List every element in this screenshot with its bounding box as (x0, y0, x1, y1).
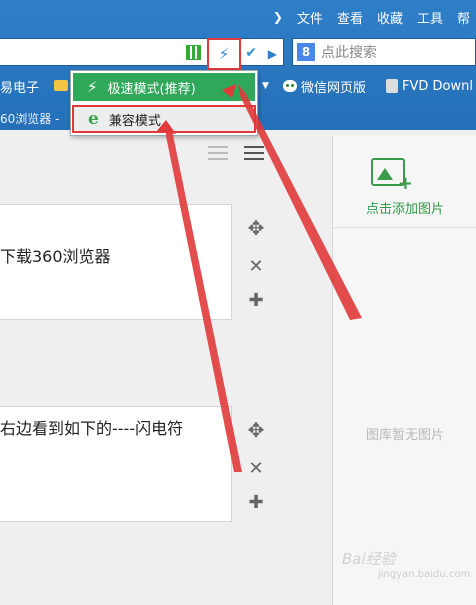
chevron-down-icon[interactable]: ▼ (262, 81, 269, 91)
render-mode-menu: ⚡ 极速模式(推荐) e 兼容模式 (70, 70, 258, 136)
go-arrow-icon[interactable]: ▶ (268, 47, 277, 61)
view-toggle (208, 146, 264, 160)
search-engine-icon[interactable]: 8 (297, 43, 315, 61)
tab-current[interactable]: 60浏览器 - (0, 110, 59, 127)
list-view-icon[interactable] (208, 146, 228, 160)
search-box[interactable]: 8 点此搜索 (292, 38, 476, 66)
menu-item-label: 兼容模式 (108, 113, 161, 129)
menu-item-fast-mode[interactable]: ⚡ 极速模式(推荐) (73, 73, 255, 101)
render-mode-button[interactable]: ⚡ (207, 38, 241, 70)
lightning-icon: ⚡ (87, 78, 98, 96)
favorite-wechat[interactable]: 微信网页版 (283, 77, 366, 96)
wechat-icon (283, 80, 297, 92)
lightning-icon: ⚡ (218, 45, 230, 63)
step-text[interactable]: 下载360浏览器 (0, 243, 111, 267)
step-card[interactable]: 右边看到如下的----闪电符 (0, 406, 232, 522)
qr-code-icon[interactable] (186, 45, 201, 60)
menu-view[interactable]: 查看 (337, 8, 363, 27)
favorite-label: FVD Downl (402, 78, 473, 94)
favorite-fvd[interactable]: FVD Downl (386, 79, 473, 94)
add-image-area[interactable]: 点击添加图片 (333, 136, 476, 228)
empty-gallery-label: 图库暂无图片 (365, 428, 444, 443)
search-input[interactable]: 点此搜索 (321, 42, 377, 62)
add-icon[interactable]: ✚ (244, 492, 268, 513)
detail-view-icon[interactable] (244, 146, 264, 160)
ie-icon: e (88, 109, 99, 129)
favorite-label: 微信网页版 (301, 80, 367, 96)
menu-favorites[interactable]: 收藏 (377, 8, 403, 27)
watermark-brand: Bai经验 (342, 550, 396, 568)
step-text[interactable]: 右边看到如下的----闪电符 (0, 415, 183, 439)
menu-item-label: 极速模式(推荐) (107, 81, 196, 97)
folder-icon[interactable] (54, 80, 68, 91)
address-bar[interactable]: ⚡ ✔ ▶ (0, 38, 284, 70)
move-icon[interactable]: ✥ (244, 216, 268, 240)
menu-item-compat-mode[interactable]: e 兼容模式 (72, 105, 256, 133)
move-icon[interactable]: ✥ (244, 418, 268, 442)
chevron-right-icon[interactable]: ❯ (273, 10, 283, 24)
menu-bar: ❯ 文件 查看 收藏 工具 帮 (273, 0, 476, 34)
add-icon[interactable]: ✚ (244, 290, 268, 311)
menu-tools[interactable]: 工具 (417, 8, 443, 27)
watermark: Bai经验 jingyan.baidu.com (342, 548, 470, 580)
menu-file[interactable]: 文件 (297, 8, 323, 27)
close-icon[interactable]: ✕ (244, 458, 268, 479)
checkmark-icon[interactable]: ✔ (245, 45, 257, 61)
watermark-url: jingyan.baidu.com (378, 569, 471, 580)
image-panel: 点击添加图片 图库暂无图片 (332, 136, 476, 605)
add-image-label[interactable]: 点击添加图片 (333, 198, 476, 217)
close-icon[interactable]: ✕ (244, 256, 268, 277)
add-image-icon[interactable] (371, 158, 413, 194)
step-card[interactable]: 下载360浏览器 (0, 204, 232, 320)
menu-help[interactable]: 帮 (457, 8, 470, 27)
download-icon (386, 79, 398, 93)
favorite-item[interactable]: 易电子 (0, 77, 39, 96)
